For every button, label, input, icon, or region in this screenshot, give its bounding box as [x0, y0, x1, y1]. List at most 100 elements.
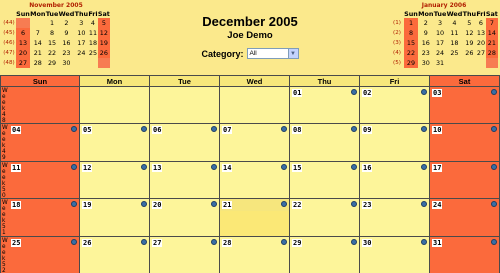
day-cell[interactable]: 08	[289, 123, 360, 162]
day-cell[interactable]: We e k 4 9 04	[0, 123, 80, 162]
day-number[interactable]: 05	[82, 126, 93, 135]
day-cell[interactable]: 21	[219, 198, 290, 237]
mini-week-number[interactable]: (1)	[390, 18, 404, 28]
add-event-icon[interactable]	[421, 201, 427, 208]
add-event-icon[interactable]	[211, 126, 217, 133]
add-event-icon[interactable]	[351, 238, 357, 245]
day-cell[interactable]: 09	[359, 123, 430, 162]
mini-week-number[interactable]: (48)	[2, 58, 16, 68]
mini-day[interactable]: 13	[16, 38, 30, 48]
day-cell[interactable]: 01	[289, 85, 360, 125]
mini-day[interactable]: 22	[404, 48, 418, 58]
mini-day[interactable]: 22	[46, 48, 59, 58]
mini-day[interactable]: 9	[418, 28, 434, 38]
add-event-icon[interactable]	[71, 201, 77, 208]
day-number[interactable]: 01	[292, 89, 303, 97]
add-event-icon[interactable]	[281, 163, 287, 170]
add-event-icon[interactable]	[491, 163, 497, 170]
mini-day[interactable]: 4	[88, 18, 98, 28]
day-cell[interactable]: 20	[149, 198, 220, 237]
week-number-label[interactable]: Week51	[2, 200, 8, 236]
day-cell[interactable]: 02	[359, 85, 430, 125]
day-cell[interactable]: 27	[149, 235, 220, 273]
day-cell[interactable]: 15	[289, 160, 360, 200]
add-event-icon[interactable]	[491, 126, 497, 133]
mini-day[interactable]: 18	[446, 38, 462, 48]
mini-day[interactable]: 28	[485, 48, 498, 58]
mini-day[interactable]: 12	[97, 28, 110, 38]
mini-day[interactable]: 17	[74, 38, 88, 48]
category-select[interactable]: All ▼	[246, 48, 299, 59]
day-cell[interactable]: 12	[79, 160, 150, 200]
mini-day[interactable]: 24	[74, 48, 88, 58]
mini-day[interactable]: 23	[418, 48, 434, 58]
day-number[interactable]: 14	[222, 163, 233, 172]
day-number[interactable]: 17	[432, 163, 443, 172]
day-cell[interactable]: We e k 5 1 18	[0, 198, 80, 237]
day-cell[interactable]: 16	[359, 160, 430, 200]
add-event-icon[interactable]	[281, 201, 287, 208]
mini-week-number[interactable]: (4)	[390, 48, 404, 58]
mini-day[interactable]: 10	[434, 28, 447, 38]
mini-calendar-prev-title[interactable]: November 2005	[2, 2, 110, 10]
add-event-icon[interactable]	[71, 163, 77, 170]
day-number[interactable]: 27	[152, 238, 163, 247]
add-event-icon[interactable]	[421, 163, 427, 170]
mini-day[interactable]: 25	[88, 48, 98, 58]
mini-day[interactable]: 26	[97, 48, 110, 58]
mini-week-number[interactable]: (44)	[2, 18, 16, 28]
mini-day[interactable]: 5	[97, 18, 110, 28]
day-number[interactable]: 26	[82, 238, 93, 247]
mini-day[interactable]: 1	[404, 18, 418, 28]
mini-week-number[interactable]: (46)	[2, 38, 16, 48]
mini-day[interactable]: 14	[485, 28, 498, 38]
add-event-icon[interactable]	[351, 126, 357, 133]
day-number[interactable]: 03	[432, 89, 443, 97]
day-number[interactable]: 24	[432, 201, 443, 210]
day-cell[interactable]: 13	[149, 160, 220, 200]
day-cell[interactable]: 10	[429, 123, 500, 162]
mini-day[interactable]: 28	[30, 58, 46, 68]
add-event-icon[interactable]	[421, 126, 427, 133]
mini-day[interactable]: 19	[97, 38, 110, 48]
mini-day[interactable]: 27	[476, 48, 486, 58]
add-event-icon[interactable]	[491, 89, 497, 95]
mini-day[interactable]: 15	[46, 38, 59, 48]
day-cell[interactable]: We e k 5 0 11	[0, 160, 80, 200]
mini-day[interactable]: 12	[462, 28, 476, 38]
mini-week-number[interactable]: (47)	[2, 48, 16, 58]
day-cell[interactable]: 17	[429, 160, 500, 200]
add-event-icon[interactable]	[71, 126, 77, 133]
add-event-icon[interactable]	[281, 126, 287, 133]
add-event-icon[interactable]	[141, 126, 147, 133]
mini-day[interactable]: 7	[485, 18, 498, 28]
add-event-icon[interactable]	[141, 163, 147, 170]
day-cell[interactable]: 14	[219, 160, 290, 200]
mini-day[interactable]: 6	[476, 18, 486, 28]
add-event-icon[interactable]	[211, 238, 217, 245]
day-cell[interactable]: 23	[359, 198, 430, 237]
mini-day[interactable]: 30	[58, 58, 74, 68]
mini-day[interactable]: 3	[74, 18, 88, 28]
day-cell[interactable]: 07	[219, 123, 290, 162]
mini-day[interactable]: 27	[16, 58, 30, 68]
mini-day[interactable]: 16	[58, 38, 74, 48]
add-event-icon[interactable]	[71, 238, 77, 245]
add-event-icon[interactable]	[421, 238, 427, 245]
mini-day[interactable]: 19	[462, 38, 476, 48]
day-cell[interactable]: 05	[79, 123, 150, 162]
day-cell[interactable]: We e k 5 2 25	[0, 235, 80, 273]
mini-day[interactable]: 15	[404, 38, 418, 48]
day-number[interactable]: 29	[292, 238, 303, 247]
day-number[interactable]: 25	[11, 238, 22, 247]
day-number[interactable]: 10	[432, 126, 443, 135]
mini-day[interactable]: 2	[58, 18, 74, 28]
day-number[interactable]: 06	[152, 126, 163, 135]
mini-day[interactable]: 26	[462, 48, 476, 58]
day-cell[interactable]: 30	[359, 235, 430, 273]
day-cell[interactable]: 03	[429, 85, 500, 125]
mini-day[interactable]: 21	[485, 38, 498, 48]
mini-week-number[interactable]: (2)	[390, 28, 404, 38]
mini-day[interactable]: 30	[418, 58, 434, 68]
day-cell[interactable]: 24	[429, 198, 500, 237]
